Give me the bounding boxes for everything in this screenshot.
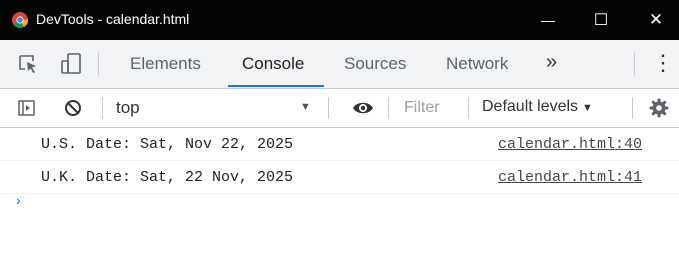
toolbar-divider [388, 97, 389, 119]
context-selector[interactable]: top [116, 98, 140, 118]
filter-input[interactable] [404, 96, 466, 120]
chevron-down-icon: ▼ [300, 101, 311, 113]
tab-console[interactable]: Console [242, 54, 304, 74]
close-icon: ✕ [648, 10, 664, 29]
log-levels-label: Default levels [482, 98, 579, 115]
tab-divider [634, 52, 635, 76]
device-toggle-icon[interactable] [60, 52, 84, 81]
toolbar-divider [632, 97, 633, 119]
console-prompt[interactable]: › [14, 194, 22, 210]
maximize-icon: ☐ [593, 12, 609, 29]
console-message-text: U.S. Date: Sat, Nov 22, 2025 [41, 136, 294, 153]
console-source-link[interactable]: calendar.html:41 [498, 169, 642, 186]
minimize-button[interactable]: — [525, 0, 571, 40]
tab-elements[interactable]: Elements [130, 54, 201, 74]
window-title: DevTools - calendar.html [36, 11, 190, 27]
minimize-icon: — [541, 12, 555, 28]
console-output: U.S. Date: Sat, Nov 22, 2025 calendar.ht… [0, 128, 679, 278]
console-message-text: U.K. Date: Sat, 22 Nov, 2025 [41, 169, 294, 186]
console-source-link[interactable]: calendar.html:40 [498, 136, 642, 153]
console-message: U.K. Date: Sat, 22 Nov, 2025 calendar.ht… [0, 161, 679, 194]
active-tab-indicator [228, 85, 324, 87]
chrome-logo-icon [12, 12, 28, 28]
window-title-bar: DevTools - calendar.html — ☐ ✕ [0, 0, 679, 40]
log-levels-dropdown[interactable]: Default levels ▼ [482, 98, 593, 116]
tab-network[interactable]: Network [446, 54, 508, 74]
close-button[interactable]: ✕ [633, 0, 679, 40]
more-tabs-button[interactable]: » [546, 51, 557, 74]
chevron-down-icon: ▼ [582, 102, 593, 114]
customize-menu-button[interactable]: ⋮ [652, 50, 674, 76]
tab-sources[interactable]: Sources [344, 54, 406, 74]
live-expression-icon[interactable] [352, 100, 374, 121]
toolbar-divider [468, 97, 469, 119]
clear-console-icon[interactable] [64, 99, 82, 122]
console-toolbar: top ▼ Default levels▼ [0, 89, 679, 128]
tab-divider [98, 52, 99, 76]
devtools-tab-bar: Elements Console Sources Network » ⋮ [0, 40, 679, 89]
toolbar-divider [328, 97, 329, 119]
toolbar-divider [102, 97, 103, 119]
maximize-button[interactable]: ☐ [578, 0, 624, 40]
console-message: U.S. Date: Sat, Nov 22, 2025 calendar.ht… [0, 128, 679, 161]
inspect-element-icon[interactable] [18, 54, 40, 79]
sidebar-toggle-icon[interactable] [18, 100, 35, 121]
gear-icon[interactable] [649, 98, 669, 123]
